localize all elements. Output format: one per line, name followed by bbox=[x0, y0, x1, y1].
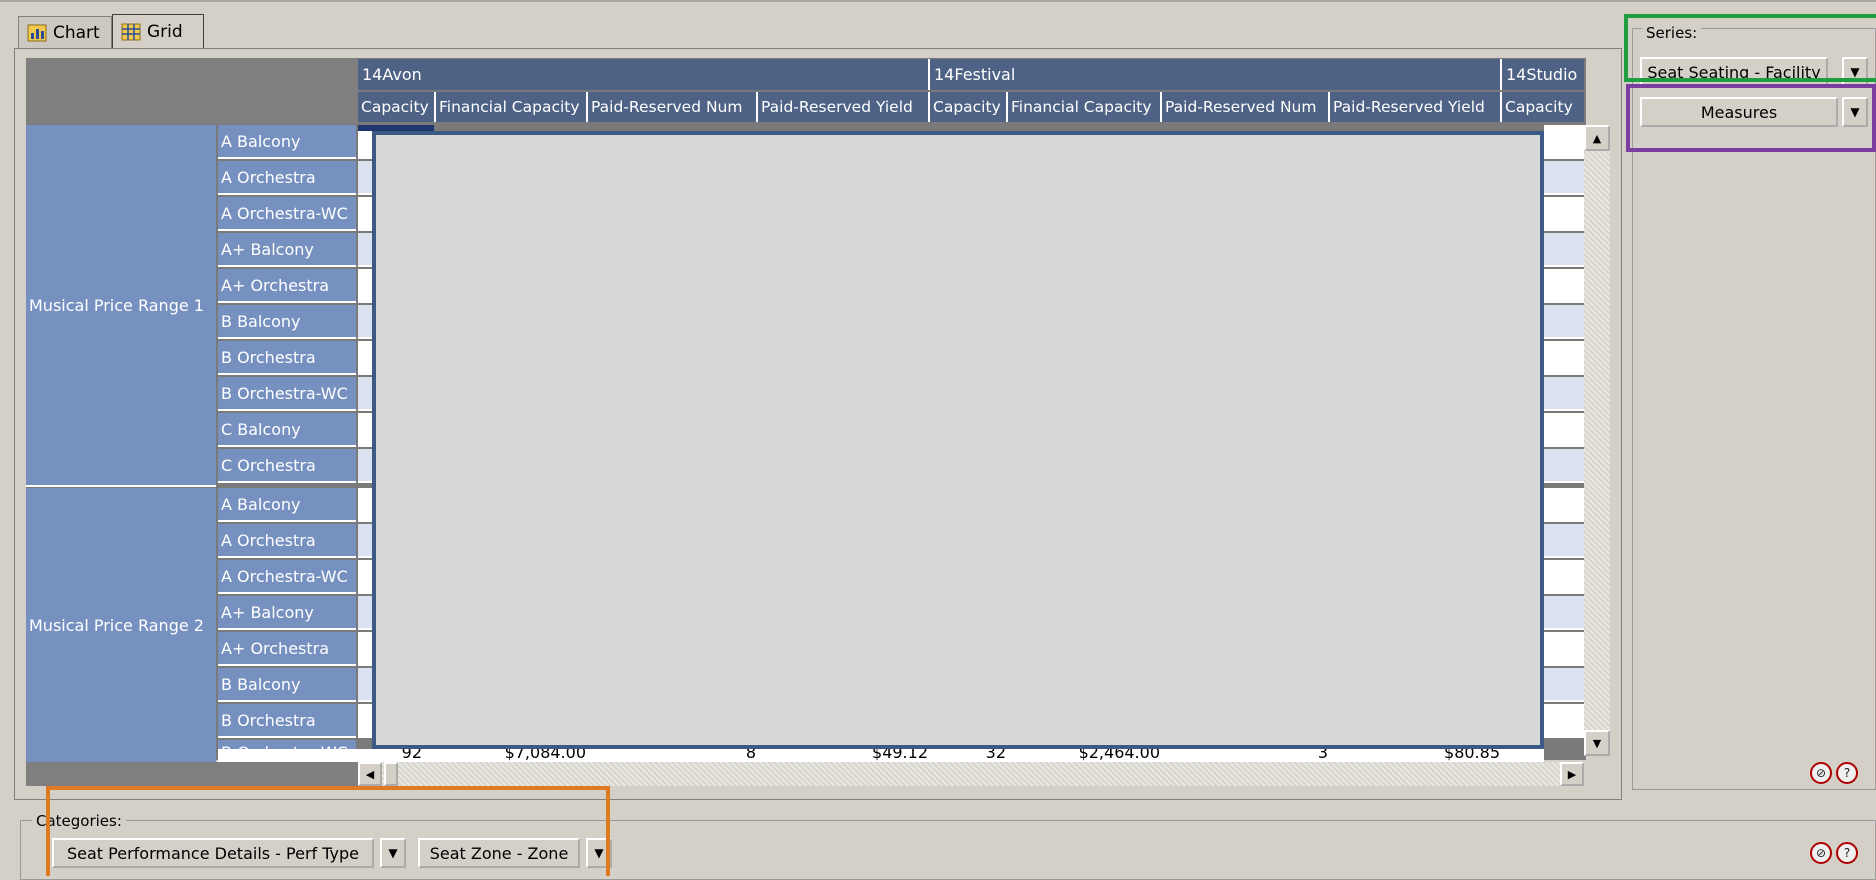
vertical-scrollbar[interactable]: ▲ ▼ bbox=[1584, 125, 1610, 756]
highlight-box bbox=[1626, 84, 1876, 152]
cell-value: $2,464.00 bbox=[1078, 749, 1160, 762]
column-group-header[interactable]: 14Avon bbox=[358, 59, 930, 90]
data-cell[interactable] bbox=[1544, 560, 1584, 594]
data-cell[interactable] bbox=[1544, 125, 1584, 159]
tab-grid[interactable]: Grid bbox=[112, 14, 204, 48]
column-header[interactable]: Capacity bbox=[1502, 92, 1584, 122]
scroll-left-button[interactable]: ◀ bbox=[358, 762, 382, 786]
series-tools: ⊘ ? bbox=[1810, 762, 1858, 784]
row-header[interactable]: A Orchestra bbox=[218, 161, 356, 195]
column-header[interactable]: Paid-Reserved Yield bbox=[758, 92, 930, 122]
scroll-down-button[interactable]: ▼ bbox=[1584, 730, 1610, 756]
row-header[interactable]: B Orchestra bbox=[218, 704, 356, 738]
data-cell[interactable] bbox=[1544, 197, 1584, 231]
row-header[interactable]: A Balcony bbox=[218, 488, 356, 522]
row-header[interactable]: A Orchestra bbox=[218, 524, 356, 558]
cell-value: 32 bbox=[985, 749, 1006, 762]
data-cell[interactable] bbox=[358, 524, 372, 558]
tab-grid-label: Grid bbox=[147, 21, 183, 42]
column-header[interactable]: Paid-Reserved Num bbox=[1162, 92, 1330, 122]
clear-filter-icon[interactable]: ⊘ bbox=[1810, 842, 1832, 864]
cell-value: 92 bbox=[401, 749, 422, 762]
data-cell[interactable] bbox=[358, 197, 372, 231]
row-header[interactable]: A+ Balcony bbox=[218, 596, 356, 630]
scroll-right-button[interactable]: ▶ bbox=[1560, 762, 1584, 786]
data-cell[interactable] bbox=[358, 269, 372, 303]
tab-chart[interactable]: Chart bbox=[18, 16, 112, 48]
highlight-box bbox=[46, 786, 610, 876]
data-cell[interactable] bbox=[1544, 668, 1584, 702]
row-header[interactable]: B Balcony bbox=[218, 305, 356, 339]
row-group-header[interactable]: Musical Price Range 2 bbox=[26, 488, 216, 762]
data-cell[interactable] bbox=[1544, 305, 1584, 339]
data-cell[interactable] bbox=[358, 632, 372, 666]
tab-chart-label: Chart bbox=[53, 22, 100, 43]
grid-corner-bottom bbox=[26, 762, 358, 786]
help-icon[interactable]: ? bbox=[1836, 842, 1858, 864]
cell-value: $80.85 bbox=[1444, 749, 1500, 762]
category-tools: ⊘ ? bbox=[1810, 842, 1858, 864]
row-header[interactable]: A+ Orchestra bbox=[218, 632, 356, 666]
row-header[interactable]: A+ Orchestra bbox=[218, 269, 356, 303]
row-header[interactable]: A Orchestra-WC bbox=[218, 560, 356, 594]
data-cell[interactable] bbox=[358, 233, 372, 267]
clear-filter-icon[interactable]: ⊘ bbox=[1810, 762, 1832, 784]
column-group-header[interactable]: 14Festival bbox=[930, 59, 1502, 90]
data-cell[interactable] bbox=[358, 341, 372, 375]
row-header[interactable]: A+ Balcony bbox=[218, 233, 356, 267]
horizontal-scrollbar[interactable]: ◀ ▶ bbox=[358, 762, 1584, 786]
data-cell[interactable] bbox=[358, 377, 372, 411]
cell-value: $7,084.00 bbox=[504, 749, 586, 762]
data-cell[interactable] bbox=[358, 161, 372, 195]
data-cell[interactable] bbox=[358, 305, 372, 339]
chart-icon bbox=[27, 24, 47, 42]
data-cell[interactable] bbox=[1544, 341, 1584, 375]
data-cell[interactable] bbox=[358, 704, 372, 738]
data-cell[interactable] bbox=[358, 668, 372, 702]
column-header[interactable]: Paid-Reserved Num bbox=[588, 92, 758, 122]
data-cell[interactable] bbox=[1544, 413, 1584, 447]
column-header[interactable]: Financial Capacity bbox=[1008, 92, 1162, 122]
data-cell[interactable] bbox=[1544, 704, 1584, 738]
data-cell[interactable] bbox=[1544, 269, 1584, 303]
column-header[interactable]: Paid-Reserved Yield bbox=[1330, 92, 1502, 122]
overlay-panel bbox=[372, 131, 1544, 749]
data-cell[interactable] bbox=[1544, 161, 1584, 195]
data-cell[interactable] bbox=[358, 488, 372, 522]
row-header[interactable]: C Balcony bbox=[218, 413, 356, 447]
grid-icon bbox=[121, 23, 141, 41]
row-header[interactable]: B Orchestra bbox=[218, 341, 356, 375]
highlight-box bbox=[1624, 14, 1876, 82]
data-cell[interactable] bbox=[358, 596, 372, 630]
horizontal-scroll-thumb[interactable] bbox=[384, 762, 398, 786]
data-cell[interactable] bbox=[1544, 233, 1584, 267]
row-group-header[interactable]: Musical Price Range 1 bbox=[26, 125, 216, 487]
row-header[interactable]: A Balcony bbox=[218, 125, 356, 159]
column-header[interactable]: Capacity bbox=[358, 92, 436, 122]
column-group-header[interactable]: 14Studio bbox=[1502, 59, 1584, 90]
row-header[interactable]: C Orchestra bbox=[218, 449, 356, 483]
row-header[interactable]: B Orchestra-WC bbox=[218, 377, 356, 411]
data-cell[interactable] bbox=[358, 560, 372, 594]
data-cell[interactable] bbox=[358, 413, 372, 447]
data-cell[interactable] bbox=[1544, 377, 1584, 411]
data-cell[interactable] bbox=[358, 449, 372, 483]
cell-value: 3 bbox=[1317, 749, 1328, 762]
cell-value: 8 bbox=[745, 749, 756, 762]
data-cell[interactable] bbox=[1544, 449, 1584, 483]
scroll-up-button[interactable]: ▲ bbox=[1584, 125, 1610, 151]
data-cell[interactable] bbox=[1544, 596, 1584, 630]
row-header[interactable]: B Balcony bbox=[218, 668, 356, 702]
data-cell[interactable] bbox=[1544, 524, 1584, 558]
column-header[interactable]: Financial Capacity bbox=[436, 92, 588, 122]
top-border bbox=[0, 0, 1876, 2]
data-cell[interactable] bbox=[1544, 632, 1584, 666]
row-header[interactable]: A Orchestra-WC bbox=[218, 197, 356, 231]
grid-corner bbox=[26, 58, 358, 124]
cell-value: $49.12 bbox=[872, 749, 928, 762]
table-row: 92 $7,084.00 8 $49.12 32 $2,464.00 3 $80… bbox=[218, 749, 1544, 763]
column-header[interactable]: Capacity bbox=[930, 92, 1008, 122]
help-icon[interactable]: ? bbox=[1836, 762, 1858, 784]
data-cell[interactable] bbox=[1544, 488, 1584, 522]
